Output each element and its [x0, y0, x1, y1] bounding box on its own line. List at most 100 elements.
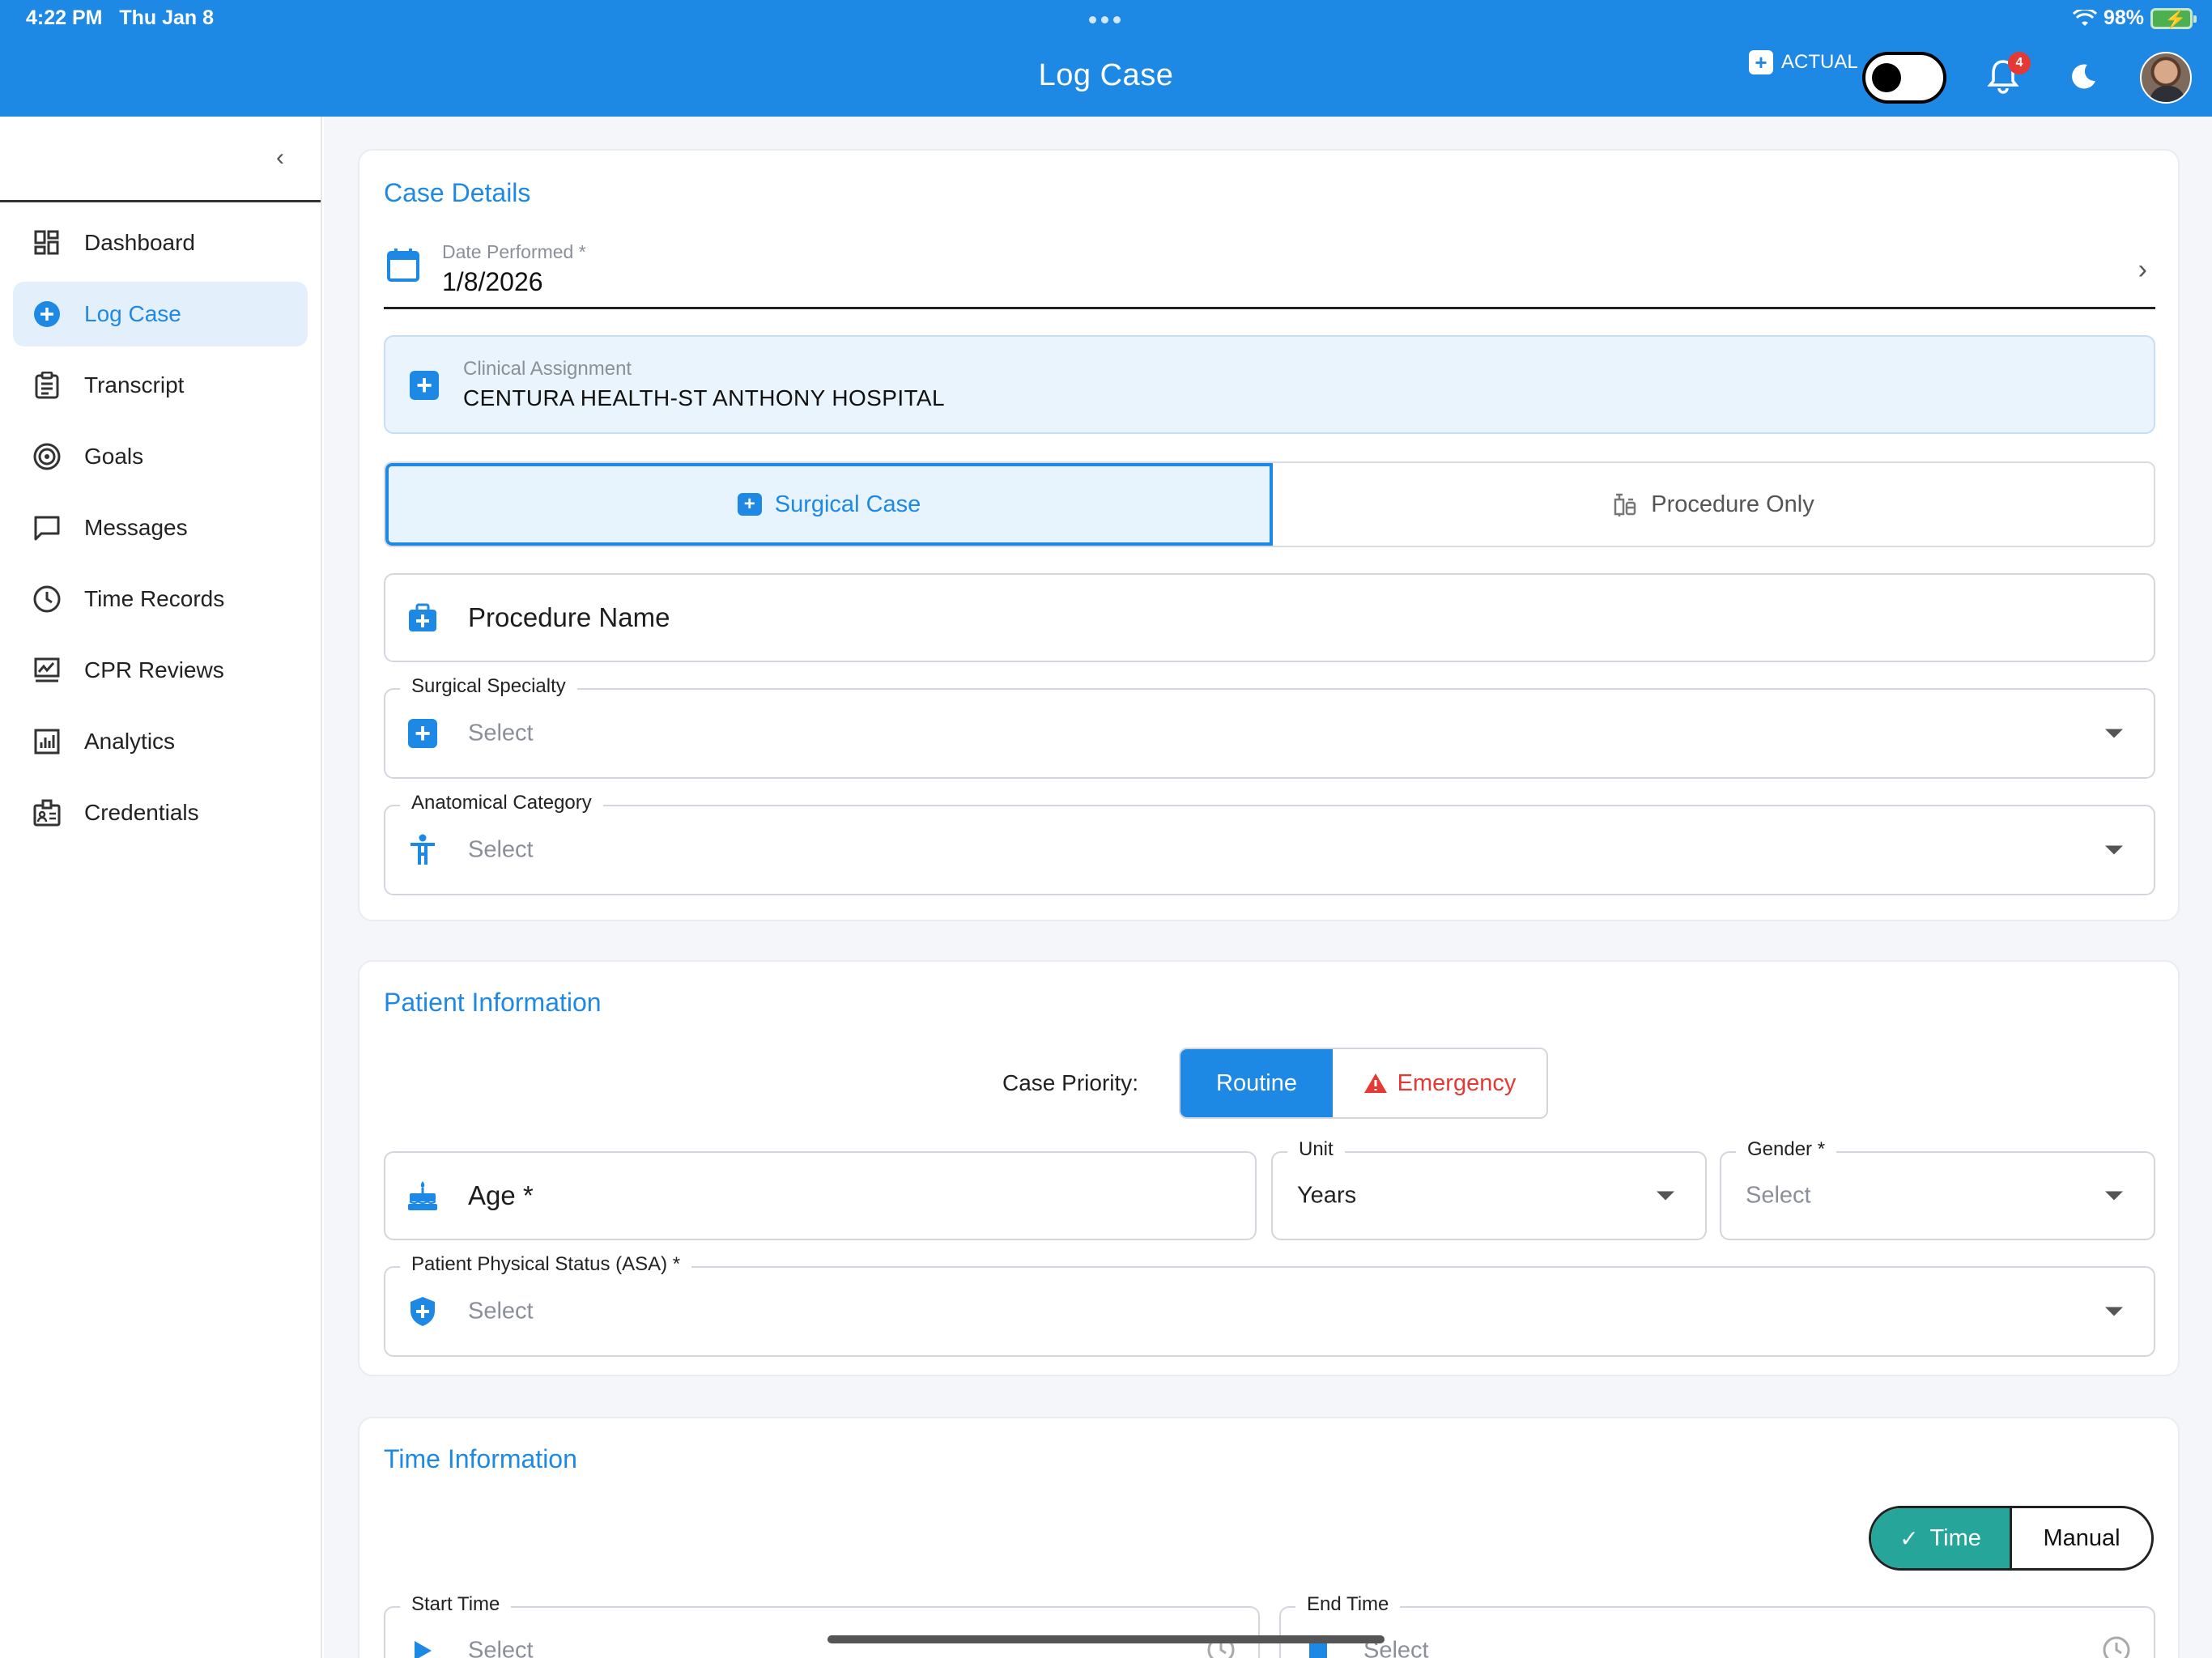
sidebar-item-log-case[interactable]: Log Case — [13, 282, 308, 346]
sidebar-nav: Dashboard Log Case Transcript Goals Mess… — [0, 202, 321, 860]
procedure-name-placeholder: Procedure Name — [468, 602, 670, 632]
date-performed-field[interactable]: Date Performed * 1/8/2026 › — [384, 232, 2155, 309]
shield-icon — [406, 1295, 439, 1328]
multitask-dots-icon[interactable] — [1089, 16, 1121, 23]
anatomical-category-select[interactable]: Anatomical Category Select — [384, 792, 2155, 895]
case-type-selector: + Surgical Case Procedure Only — [384, 461, 2155, 547]
anatomical-category-value: Select — [468, 836, 534, 863]
time-information-card: Time Information ✓ Time Manual Start Tim… — [358, 1417, 2180, 1658]
time-mode-button[interactable]: ✓ Time — [1871, 1508, 2012, 1568]
status-bar-time: 4:22 PM Thu Jan 8 — [26, 6, 215, 29]
emergency-option[interactable]: Emergency — [1333, 1049, 1546, 1117]
collapse-sidebar-icon[interactable]: ‹ — [267, 146, 293, 172]
sidebar-item-label: Dashboard — [84, 230, 195, 255]
case-priority-selector: Routine Emergency — [1179, 1048, 1548, 1119]
sidebar-item-label: Messages — [84, 515, 188, 540]
time-information-title: Time Information — [384, 1444, 577, 1473]
asa-status-label: Patient Physical Status (ASA) * — [400, 1253, 692, 1276]
end-time-label: End Time — [1295, 1593, 1401, 1616]
sidebar-header: ‹ — [0, 117, 321, 202]
age-placeholder: Age * — [468, 1180, 534, 1210]
sidebar-item-label: Goals — [84, 444, 144, 469]
analytics-icon — [32, 727, 62, 756]
gender-select[interactable]: Gender * Select — [1720, 1138, 2155, 1240]
case-details-card: Case Details Date Performed * 1/8/2026 ›… — [358, 149, 2180, 921]
battery-icon: ⚡ — [2150, 7, 2197, 29]
surgical-case-option[interactable]: + Surgical Case — [385, 463, 1273, 546]
accessibility-person-icon — [406, 834, 439, 866]
routine-option[interactable]: Routine — [1180, 1049, 1333, 1117]
unit-value: Years — [1297, 1182, 1357, 1209]
status-bar-right: 98% ⚡ — [2072, 6, 2197, 30]
dropdown-arrow-icon — [2105, 845, 2123, 855]
start-time-select[interactable]: Start Time Select — [384, 1593, 1260, 1658]
end-time-select[interactable]: End Time Select — [1279, 1593, 2155, 1658]
calendar-icon — [387, 249, 419, 282]
date-performed-value: 1/8/2026 — [442, 267, 543, 296]
dropdown-arrow-icon — [2105, 729, 2123, 738]
sidebar-item-credentials[interactable]: Credentials — [13, 780, 308, 845]
start-time-label: Start Time — [400, 1593, 512, 1616]
unit-label: Unit — [1287, 1138, 1345, 1161]
birthday-cake-icon — [406, 1180, 439, 1212]
surgical-case-label: Surgical Case — [774, 491, 921, 517]
sidebar-item-dashboard[interactable]: Dashboard — [13, 210, 308, 275]
dashboard-icon — [32, 228, 62, 257]
battery-percent: 98% — [2103, 6, 2144, 29]
sidebar-item-messages[interactable]: Messages — [13, 495, 308, 560]
clinical-assignment-label: Clinical Assignment — [463, 358, 632, 380]
surgical-specialty-label: Surgical Specialty — [400, 675, 577, 698]
asa-status-select[interactable]: Patient Physical Status (ASA) * Select — [384, 1253, 2155, 1357]
main-content: Case Details Date Performed * 1/8/2026 ›… — [324, 117, 2212, 1658]
syringe-icon — [1614, 493, 1636, 517]
sidebar-item-transcript[interactable]: Transcript — [13, 353, 308, 418]
anatomical-category-label: Anatomical Category — [400, 792, 603, 814]
wifi-icon — [2072, 9, 2097, 26]
gender-label: Gender * — [1736, 1138, 1837, 1161]
actual-mode-toggle[interactable] — [1862, 52, 1946, 104]
badge-icon — [32, 798, 62, 827]
add-circle-icon — [32, 300, 62, 329]
patient-information-card: Patient Information Case Priority: Routi… — [358, 960, 2180, 1376]
clock-icon — [2102, 1635, 2131, 1658]
chevron-right-icon: › — [2138, 254, 2147, 285]
manual-mode-label: Manual — [2043, 1524, 2121, 1551]
procedure-only-label: Procedure Only — [1651, 491, 1814, 517]
clinical-assignment-field[interactable]: + Clinical Assignment CENTURA HEALTH-ST … — [384, 335, 2155, 434]
unit-select[interactable]: Unit Years — [1271, 1138, 1707, 1240]
surgical-specialty-value: Select — [468, 720, 534, 746]
checkmark-icon: ✓ — [1899, 1525, 1919, 1551]
sidebar-item-goals[interactable]: Goals — [13, 424, 308, 489]
medical-briefcase-icon — [406, 602, 439, 634]
emergency-label: Emergency — [1397, 1069, 1516, 1096]
sidebar-item-time-records[interactable]: Time Records — [13, 567, 308, 631]
time-entry-mode-toggle: ✓ Time Manual — [1869, 1506, 2154, 1571]
sidebar-item-label: Credentials — [84, 800, 199, 825]
age-input[interactable]: Age * — [384, 1151, 1257, 1240]
play-icon — [406, 1635, 439, 1658]
patient-information-title: Patient Information — [384, 988, 602, 1017]
surgical-specialty-select[interactable]: Surgical Specialty + Select — [384, 675, 2155, 779]
medical-briefcase-icon: + — [737, 493, 762, 516]
mode-label: ACTUAL — [1781, 51, 1858, 73]
sidebar-item-cpr-reviews[interactable]: CPR Reviews — [13, 638, 308, 703]
dropdown-arrow-icon — [2105, 1191, 2123, 1201]
clipboard-icon — [32, 371, 62, 400]
home-indicator[interactable] — [827, 1635, 1385, 1643]
user-avatar[interactable] — [2140, 52, 2192, 104]
routine-label: Routine — [1216, 1069, 1297, 1096]
time-mode-label: Time — [1929, 1524, 1981, 1551]
moon-icon[interactable] — [2069, 63, 2097, 91]
sidebar-item-label: Time Records — [84, 586, 225, 611]
procedure-only-option[interactable]: Procedure Only — [1273, 463, 2154, 546]
date-performed-label: Date Performed * — [442, 241, 586, 262]
sidebar-item-analytics[interactable]: Analytics — [13, 709, 308, 774]
dropdown-arrow-icon — [1657, 1191, 1674, 1201]
signature-icon — [32, 656, 62, 685]
medical-briefcase-icon: + — [1749, 50, 1773, 74]
case-details-title: Case Details — [384, 178, 531, 207]
case-priority-label: Case Priority: — [1002, 1070, 1139, 1095]
procedure-name-input[interactable]: Procedure Name — [384, 573, 2155, 662]
manual-mode-button[interactable]: Manual — [2012, 1508, 2151, 1568]
sidebar: ‹ Dashboard Log Case Transcript Goals Me… — [0, 117, 322, 1658]
